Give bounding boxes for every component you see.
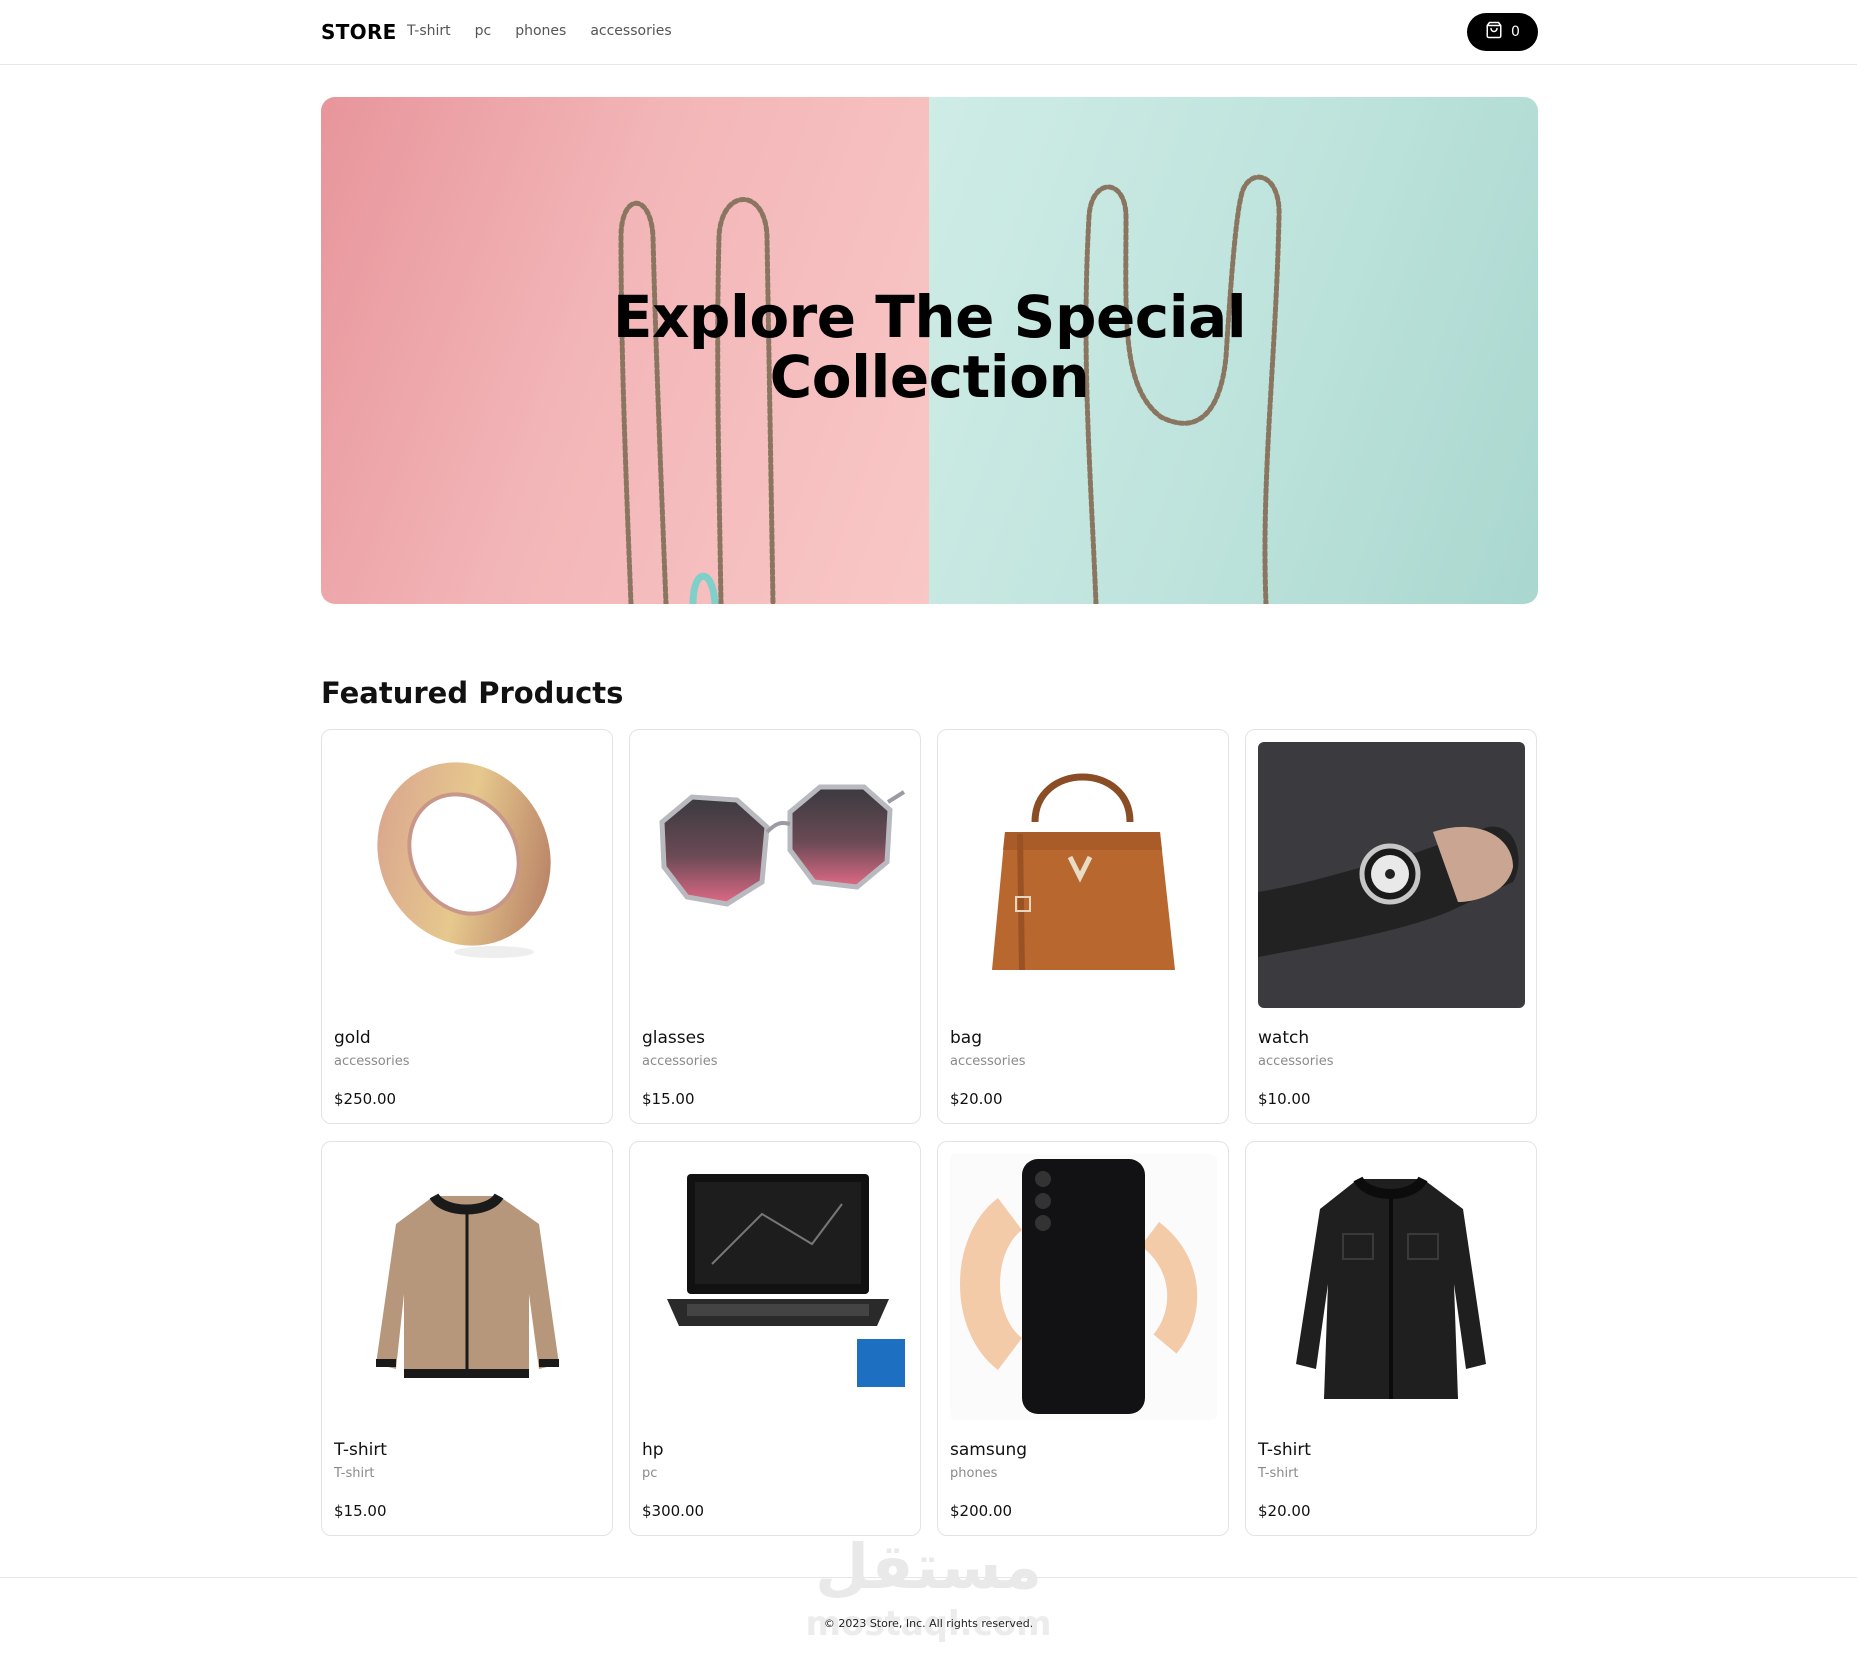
hero-banner: Explore The Special Collection [321,97,1538,604]
nav-link-accessories[interactable]: accessories [590,23,671,39]
copyright-text: © 2023 Store, Inc. All rights reserved. [823,1617,1034,1630]
main-nav: T-shirt pc phones accessories [407,23,672,39]
product-category: accessories [950,1054,1026,1069]
beige-jacket-image[interactable] [334,1154,601,1420]
store-logo[interactable]: STORE [321,20,397,44]
handbag-image[interactable] [950,742,1217,1008]
product-price: $300.00 [642,1502,705,1520]
nav-link-tshirt[interactable]: T-shirt [407,23,451,39]
top-navbar: STORE T-shirt pc phones accessories 0 [0,0,1857,65]
product-price: $10.00 [1258,1090,1311,1108]
product-price: $15.00 [642,1090,695,1108]
ring-image[interactable] [334,742,601,1008]
product-name[interactable]: watch [1258,1028,1309,1048]
product-card[interactable]: watch accessories $10.00 [1245,729,1537,1124]
product-category: phones [950,1466,998,1481]
product-category: accessories [642,1054,718,1069]
product-card[interactable]: gold accessories $250.00 [321,729,613,1124]
product-category: T-shirt [334,1466,375,1481]
sunglasses-image[interactable] [642,742,909,1008]
product-card[interactable]: bag accessories $20.00 [937,729,1229,1124]
cart-count: 0 [1511,24,1520,40]
product-category: accessories [1258,1054,1334,1069]
product-price: $15.00 [334,1502,387,1520]
product-name[interactable]: bag [950,1028,982,1048]
product-card[interactable]: T-shirt T-shirt $20.00 [1245,1141,1537,1536]
product-card[interactable]: glasses accessories $15.00 [629,729,921,1124]
shopping-bag-icon [1485,21,1503,43]
product-name[interactable]: T-shirt [1258,1440,1311,1460]
cart-button[interactable]: 0 [1467,13,1538,51]
mostaql-watermark: مستقل [815,1530,1042,1603]
product-category: pc [642,1466,658,1481]
product-card[interactable]: T-shirt T-shirt $15.00 [321,1141,613,1536]
product-category: accessories [334,1054,410,1069]
product-name[interactable]: glasses [642,1028,705,1048]
nav-link-pc[interactable]: pc [475,23,492,39]
product-name[interactable]: hp [642,1440,664,1460]
featured-products-heading: Featured Products [321,676,624,710]
product-card[interactable]: samsung phones $200.00 [937,1141,1229,1536]
product-price: $200.00 [950,1502,1013,1520]
product-category: T-shirt [1258,1466,1299,1481]
black-jacket-image[interactable] [1258,1154,1525,1420]
hero-title: Explore The Special Collection [612,283,1247,411]
phone-image[interactable] [950,1154,1217,1420]
laptop-image[interactable] [642,1154,909,1420]
product-price: $20.00 [950,1090,1003,1108]
product-name[interactable]: gold [334,1028,371,1048]
product-grid: gold accessories $250.00 glasses accesso… [321,729,1538,1536]
product-card[interactable]: hp pc $300.00 [629,1141,921,1536]
product-price: $20.00 [1258,1502,1311,1520]
product-name[interactable]: T-shirt [334,1440,387,1460]
nav-link-phones[interactable]: phones [515,23,566,39]
product-name[interactable]: samsung [950,1440,1027,1460]
watch-image[interactable] [1258,742,1525,1008]
product-price: $250.00 [334,1090,397,1108]
